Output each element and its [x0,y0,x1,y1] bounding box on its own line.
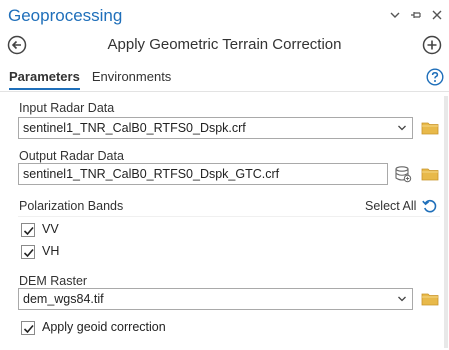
vh-label: VH [42,244,60,258]
pane-titlebar: Geoprocessing [0,0,449,32]
input-radar-value: sentinel1_TNR_CalB0_RTFS0_Dspk.crf [23,121,246,135]
band-row-vh[interactable]: VH [18,241,440,263]
folder-icon[interactable] [421,166,439,182]
checkmark-icon [23,226,34,236]
window-controls [389,9,443,21]
tab-parameters[interactable]: Parameters [9,68,80,90]
geoid-label: Apply geoid correction [42,320,166,334]
close-icon[interactable] [431,9,443,21]
output-radar-input[interactable]: sentinel1_TNR_CalB0_RTFS0_Dspk_GTC.crf [18,163,388,185]
help-icon [426,68,444,86]
pane-title: Geoprocessing [8,6,123,25]
folder-icon[interactable] [421,291,439,307]
options-icon[interactable] [389,9,401,21]
add-button[interactable] [422,35,442,55]
input-radar-label: Input Radar Data [19,101,115,115]
polarization-label: Polarization Bands [19,199,124,213]
output-radar-label: Output Radar Data [19,149,124,163]
chevron-down-icon [398,125,406,131]
pin-icon[interactable] [410,9,422,21]
polarization-band-list: VV VH [18,216,440,264]
tab-environments[interactable]: Environments [92,68,171,90]
input-radar-dropdown[interactable]: sentinel1_TNR_CalB0_RTFS0_Dspk.crf [18,117,413,139]
tab-strip: Parameters Environments [9,68,171,90]
dem-label: DEM Raster [19,274,88,288]
select-all-button[interactable]: Select All [365,199,416,213]
tool-title: Apply Geometric Terrain Correction [107,36,342,53]
geoid-correction-option[interactable]: Apply geoid correction [18,320,318,338]
geoid-checkbox[interactable] [21,321,35,335]
plus-icon [422,35,442,55]
output-radar-value: sentinel1_TNR_CalB0_RTFS0_Dspk_GTC.crf [23,167,280,181]
checkmark-icon [23,324,34,334]
chevron-down-icon [398,296,406,302]
vv-checkbox[interactable] [21,223,35,237]
scrollbar[interactable] [444,96,448,348]
folder-icon[interactable] [421,120,439,136]
reset-icon[interactable] [421,197,439,215]
checkmark-icon [23,248,34,258]
dem-value: dem_wgs84.tif [23,292,104,306]
help-button[interactable] [426,68,444,86]
band-row-vv[interactable]: VV [18,219,440,241]
database-icon[interactable] [394,165,412,183]
tab-divider [0,91,449,92]
vv-label: VV [42,222,59,236]
vh-checkbox[interactable] [21,245,35,259]
tool-header: Apply Geometric Terrain Correction [0,32,449,60]
dem-dropdown[interactable]: dem_wgs84.tif [18,288,413,310]
